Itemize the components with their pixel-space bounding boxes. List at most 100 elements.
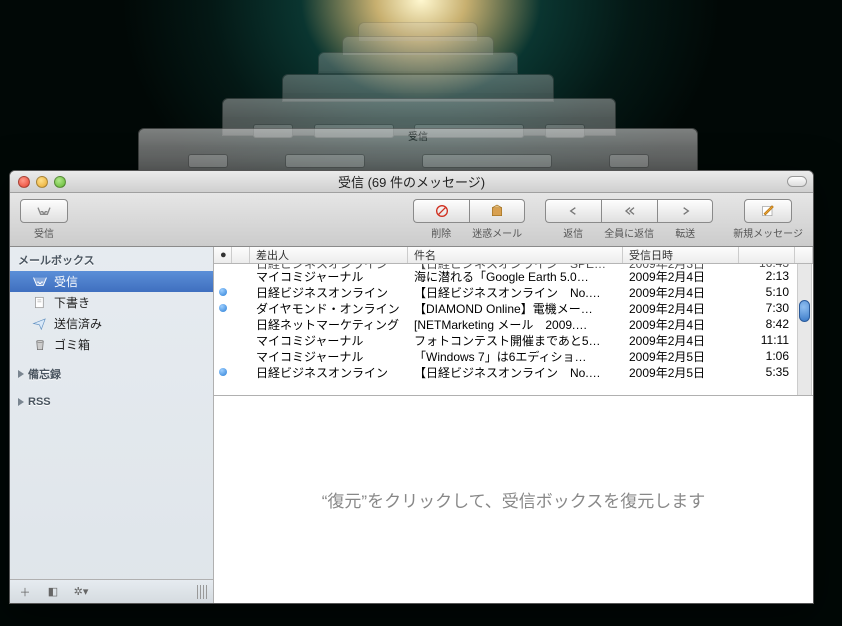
sidebar-item-label: 下書き [54, 294, 90, 311]
unread-dot-icon [219, 288, 227, 296]
forward-label: 転送 [657, 225, 713, 240]
subject-cell: [NETMarketing メール 2009.… [408, 316, 623, 333]
message-list[interactable]: 日経ビジネスオンライン 【日経ビジネスオンライン SPE…2009年2月3日16:… [214, 264, 813, 396]
from-cell: 日経ビジネスオンライン [250, 364, 408, 381]
sidebar-item-label: 送信済み [54, 315, 102, 332]
sidebar-item-inbox[interactable]: 受信 [10, 271, 213, 292]
subject-cell: 【日経ビジネスオンライン No.… [408, 284, 623, 301]
column-header-from[interactable]: 差出人 [250, 247, 408, 263]
window-title: 受信 (69 件のメッセージ) [10, 172, 813, 191]
sidebar-item-sent[interactable]: 送信済み [10, 313, 213, 334]
inbox-icon [32, 275, 48, 288]
sidebar-section-label: 備忘録 [28, 366, 61, 382]
inbox-button[interactable] [20, 199, 68, 223]
date-cell: 2009年2月4日 [623, 284, 739, 301]
sent-icon [32, 317, 48, 330]
resize-grip[interactable] [197, 585, 207, 599]
time-cell: 7:30 [739, 301, 795, 315]
close-button[interactable] [18, 176, 30, 188]
message-row[interactable]: 日経ビジネスオンライン【日経ビジネスオンライン No.…2009年2月4日5:1… [214, 284, 813, 300]
toolbar: 受信 削除 迷惑メール [10, 193, 813, 247]
sidebar-item-label: ゴミ箱 [54, 336, 90, 353]
activity-button[interactable]: ◧ [44, 584, 62, 600]
time-cell: 2:13 [739, 269, 795, 283]
drafts-icon [32, 296, 48, 309]
time-cell: 5:10 [739, 285, 795, 299]
column-header-subject[interactable]: 件名 [408, 247, 623, 263]
forward-icon [677, 203, 693, 219]
subject-cell: 【日経ビジネスオンライン No.… [408, 364, 623, 381]
scrollbar[interactable] [797, 264, 812, 395]
minimize-button[interactable] [36, 176, 48, 188]
time-cell: 8:42 [739, 317, 795, 331]
restore-hint: “復元”をクリックして、受信ボックスを復元します [322, 487, 705, 512]
subject-cell: フォトコンテスト開催まであと5… [408, 332, 623, 349]
date-cell: 2009年2月5日 [623, 364, 739, 381]
inbox-label: 受信 [34, 225, 54, 240]
reply-all-label: 全員に返信 [601, 225, 657, 240]
sidebar-section-rss[interactable]: RSS [10, 391, 213, 413]
reply-all-icon [622, 203, 638, 219]
message-row[interactable]: 日経ネットマーケティング[NETMarketing メール 2009.…2009… [214, 316, 813, 332]
subject-cell: 【DIAMOND Online】電機メー… [408, 300, 623, 317]
zoom-button[interactable] [54, 176, 66, 188]
column-header-date[interactable]: 受信日時 [623, 247, 739, 263]
toolbar-toggle-button[interactable] [787, 176, 807, 187]
forward-button[interactable] [657, 199, 713, 223]
from-cell: 日経ネットマーケティング [250, 316, 408, 333]
delete-icon [434, 203, 450, 219]
preview-pane: “復元”をクリックして、受信ボックスを復元します [214, 396, 813, 603]
delete-label: 削除 [413, 225, 469, 240]
action-button[interactable]: ✲▾ [72, 584, 90, 600]
trash-icon [32, 338, 48, 351]
sidebar: メールボックス 受信 下書き 送信済み ゴミ箱 備忘録 [10, 247, 214, 603]
date-cell: 2009年2月3日 [623, 264, 739, 272]
unread-dot-icon [219, 304, 227, 312]
content-area: ● 差出人 件名 受信日時 日経ビジネスオンライン 【日経ビジネスオンライン SP… [214, 247, 813, 603]
compose-icon [760, 203, 776, 219]
junk-button[interactable] [469, 199, 525, 223]
sidebar-item-drafts[interactable]: 下書き [10, 292, 213, 313]
column-headers: ● 差出人 件名 受信日時 [214, 247, 813, 264]
sidebar-section-reminders[interactable]: 備忘録 [10, 361, 213, 387]
scroll-thumb[interactable] [799, 300, 810, 322]
column-header-status[interactable]: ● [214, 247, 232, 263]
column-header-corner [795, 247, 813, 263]
sidebar-section-label: RSS [28, 396, 51, 408]
message-row[interactable]: マイコミジャーナル「Windows 7」は6エディショ…2009年2月5日1:0… [214, 348, 813, 364]
titlebar[interactable]: 受信 (69 件のメッセージ) [10, 171, 813, 193]
message-row[interactable]: ダイヤモンド・オンライン【DIAMOND Online】電機メー…2009年2月… [214, 300, 813, 316]
date-cell: 2009年2月4日 [623, 316, 739, 333]
disclosure-triangle-icon [18, 398, 24, 406]
unread-indicator [214, 368, 232, 376]
compose-label: 新規メッセージ [733, 225, 803, 240]
date-cell: 2009年2月4日 [623, 332, 739, 349]
date-cell: 2009年2月5日 [623, 348, 739, 365]
junk-icon [489, 203, 505, 219]
subject-cell: 【日経ビジネスオンライン SPE… [408, 264, 623, 272]
delete-button[interactable] [413, 199, 469, 223]
unread-dot-icon [219, 368, 227, 376]
sidebar-item-label: 受信 [54, 273, 78, 290]
reply-icon [566, 203, 582, 219]
time-cell: 5:35 [739, 365, 795, 379]
time-cell: 16:43 [739, 264, 795, 270]
disclosure-triangle-icon [18, 370, 24, 378]
time-cell: 1:06 [739, 349, 795, 363]
reply-button[interactable] [545, 199, 601, 223]
message-row[interactable]: マイコミジャーナルフォトコンテスト開催まであと5…2009年2月4日11:11 [214, 332, 813, 348]
reply-all-button[interactable] [601, 199, 657, 223]
unread-indicator [214, 304, 232, 312]
from-cell: マイコミジャーナル [250, 348, 408, 365]
window-controls [18, 176, 66, 188]
column-header-attachment[interactable] [232, 247, 250, 263]
compose-button[interactable] [744, 199, 792, 223]
from-cell: ダイヤモンド・オンライン [250, 300, 408, 317]
column-header-time[interactable] [739, 247, 795, 263]
message-row[interactable]: 日経ビジネスオンライン【日経ビジネスオンライン No.…2009年2月5日5:3… [214, 364, 813, 380]
add-button[interactable]: ＋ [16, 584, 34, 600]
sidebar-item-trash[interactable]: ゴミ箱 [10, 334, 213, 355]
date-cell: 2009年2月4日 [623, 300, 739, 317]
message-row[interactable]: 日経ビジネスオンライン【日経ビジネスオンライン SPE…2009年2月3日16:… [214, 264, 813, 268]
plus-icon: ＋ [20, 584, 31, 600]
